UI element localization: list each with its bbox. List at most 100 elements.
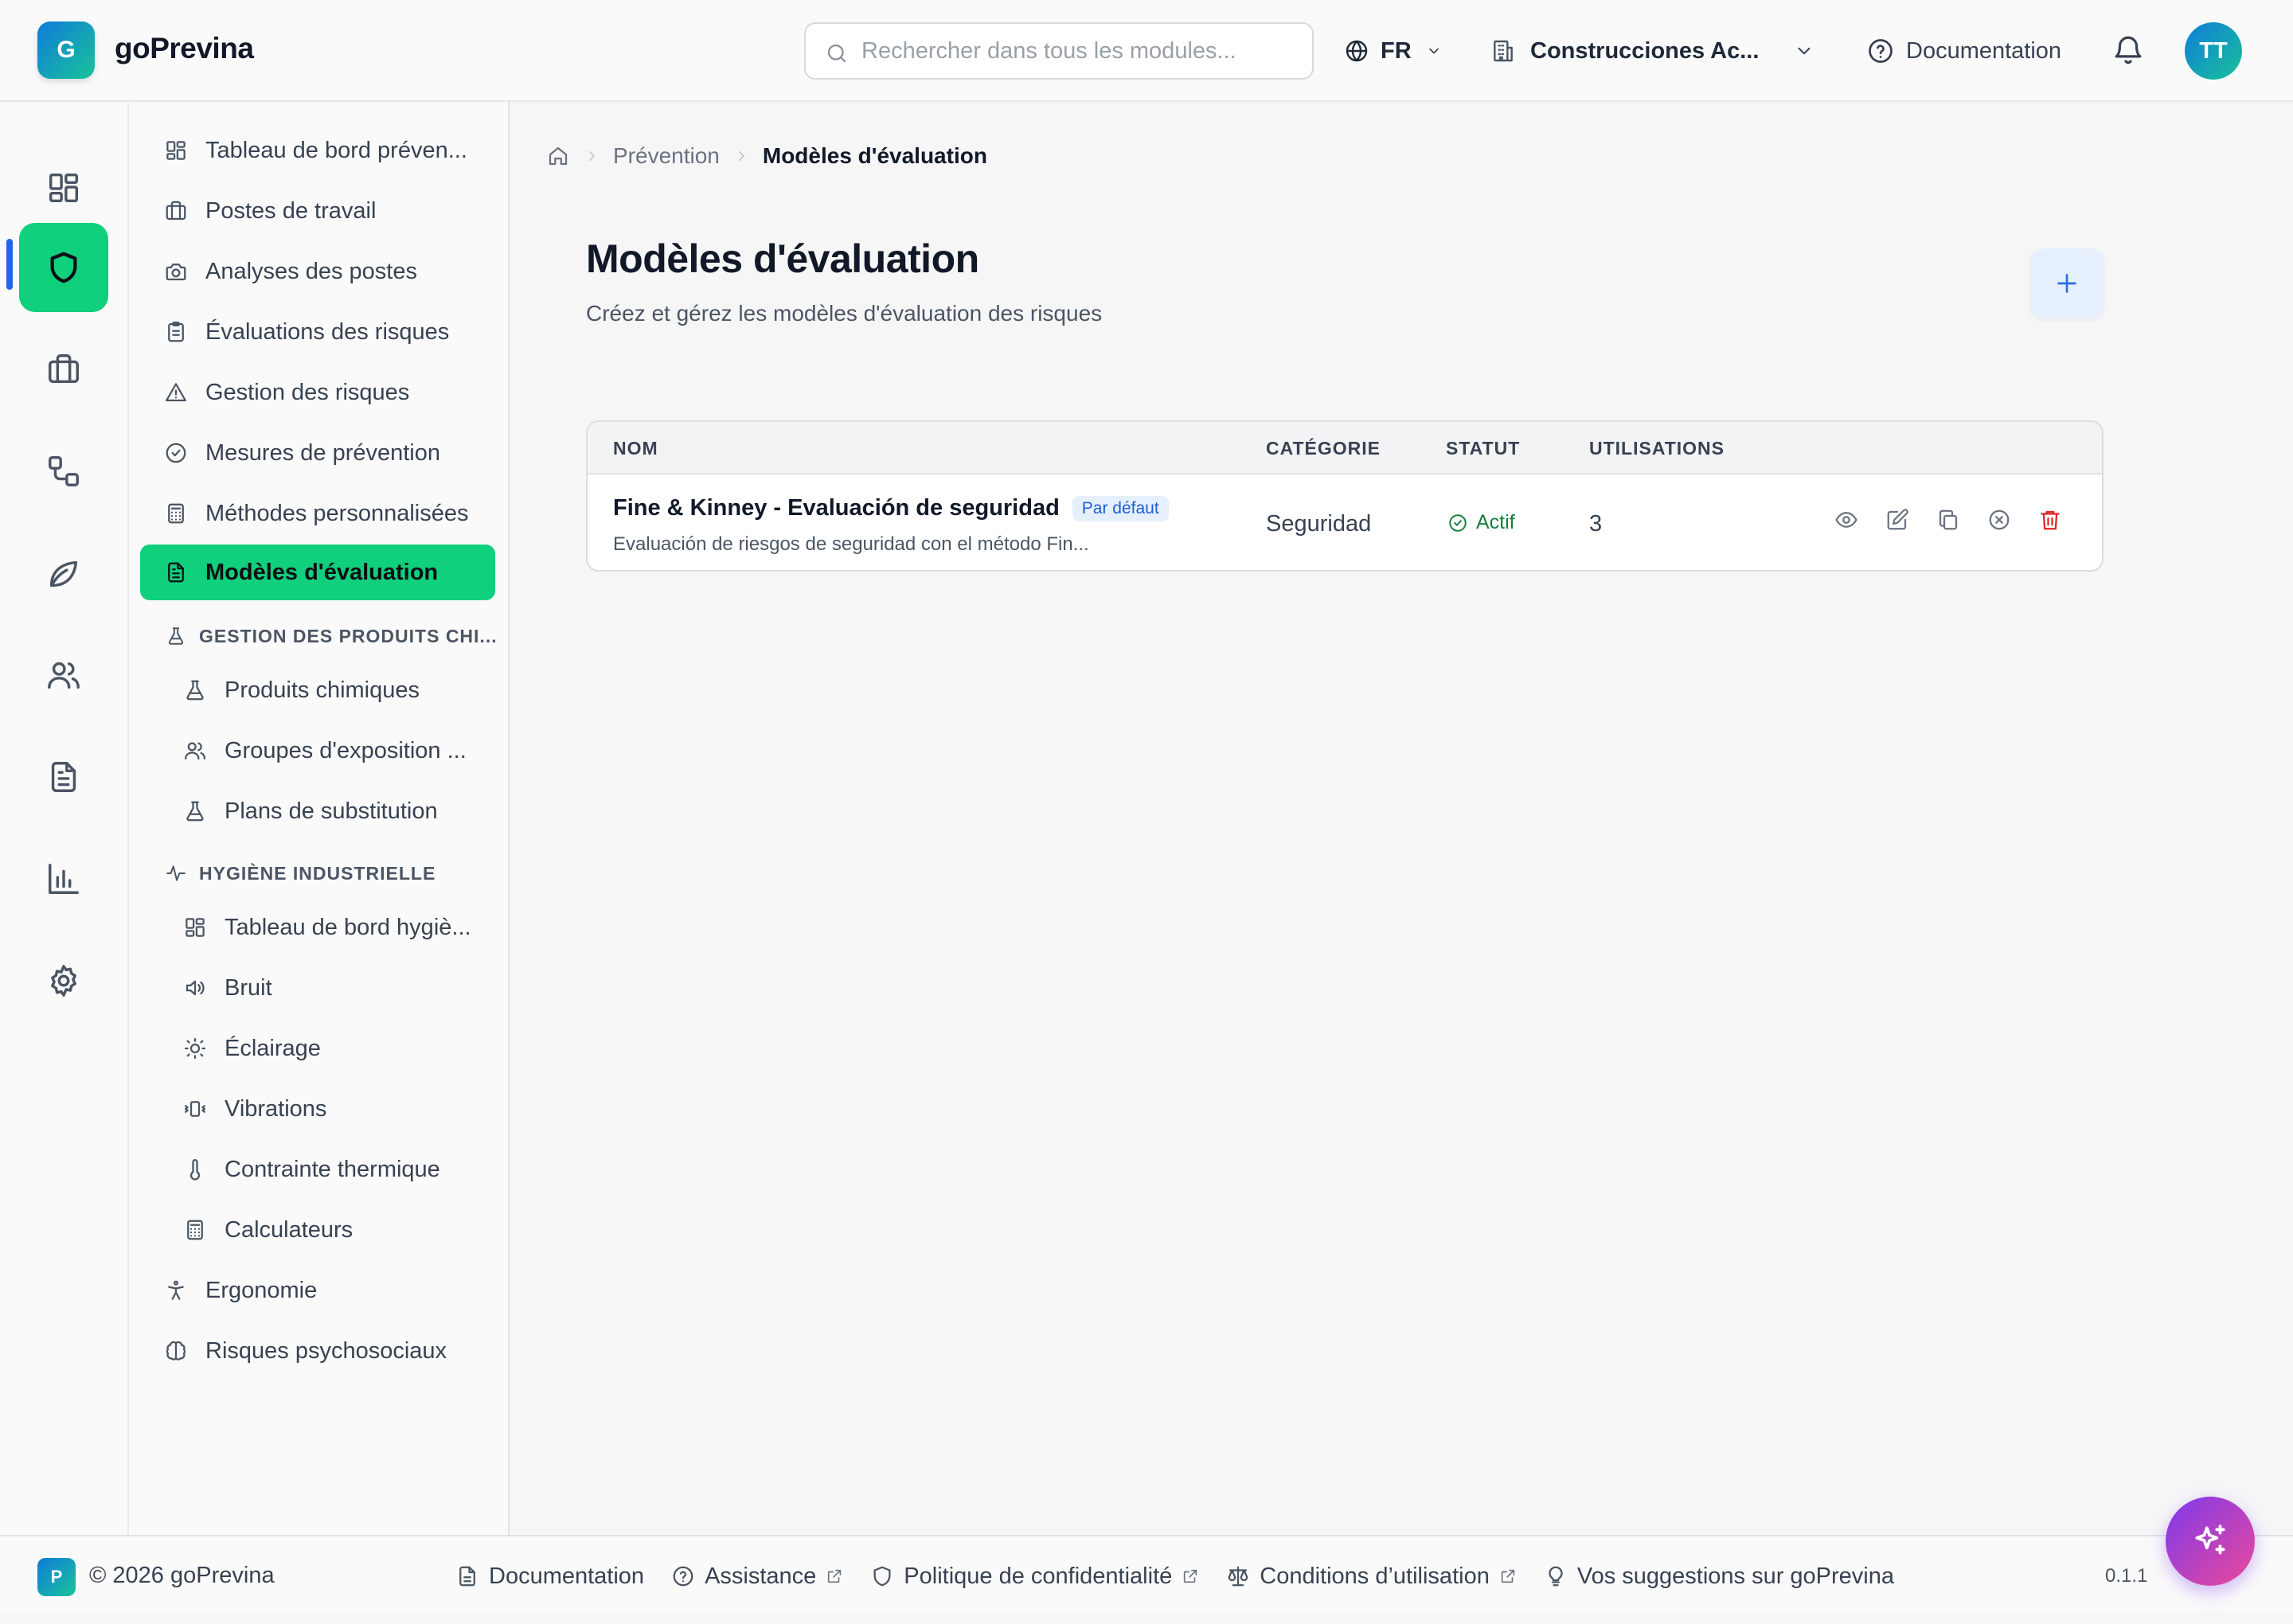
sidebar-item-evaluation-templates[interactable]: Modèles d'évaluation — [140, 545, 495, 600]
layout-dashboard-icon — [183, 915, 207, 939]
page-title: Modèles d'évaluation — [586, 236, 979, 281]
column-header-name[interactable]: NOM — [613, 438, 658, 459]
footer-link-assistance[interactable]: Assistance — [671, 1563, 843, 1590]
rail-workflows[interactable] — [19, 427, 108, 516]
ai-assistant-button[interactable] — [2166, 1497, 2255, 1586]
rail-environment[interactable] — [19, 529, 108, 618]
sidebar-item-workstations[interactable]: Postes de travail — [140, 183, 495, 239]
deactivate-button[interactable] — [1987, 508, 2011, 532]
sidebar-item-ergonomics[interactable]: Ergonomie — [140, 1263, 495, 1318]
chevron-right-icon — [584, 149, 599, 163]
rail-documents[interactable] — [19, 732, 108, 822]
app-name[interactable]: goPrevina — [115, 32, 254, 65]
sidebar-item-label: Gestion des risques — [205, 379, 410, 405]
eye-icon — [1834, 508, 1858, 532]
sidebar-item-workstation-analyses[interactable]: Analyses des postes — [140, 244, 495, 299]
column-header-category[interactable]: CATÉGORIE — [1266, 438, 1381, 459]
file-text-icon — [164, 560, 188, 584]
lightbulb-icon — [1544, 1564, 1568, 1588]
rail-prevention[interactable] — [19, 223, 108, 312]
sidebar-section-label: HYGIÈNE INDUSTRIELLE — [199, 862, 436, 884]
table-header: NOM CATÉGORIE STATUT UTILISATIONS — [588, 422, 2102, 474]
sidebar-item-label: Groupes d'exposition ... — [225, 737, 467, 763]
building-icon — [1490, 38, 1516, 64]
language-selector[interactable]: FR — [1344, 32, 1442, 70]
rail-settings[interactable] — [19, 936, 108, 1025]
sidebar-item-label: Vibrations — [225, 1095, 327, 1122]
dashboard-icon — [45, 170, 82, 206]
sidebar-item-label: Méthodes personnalisées — [205, 500, 469, 526]
plus-icon — [2053, 269, 2081, 298]
home-icon[interactable] — [546, 144, 570, 168]
footer-link-privacy[interactable]: Politique de confidentialité — [870, 1563, 1199, 1590]
scale-icon — [1226, 1564, 1250, 1588]
calculator-icon — [183, 1218, 207, 1242]
sidebar-section-label: GESTION DES PRODUITS CHI... — [199, 625, 495, 646]
footer-link-documentation[interactable]: Documentation — [455, 1563, 644, 1590]
sidebar-item-label: Postes de travail — [205, 197, 377, 224]
leaf-icon — [45, 555, 82, 591]
app-version: 0.1.1 — [2105, 1565, 2148, 1587]
view-button[interactable] — [1834, 508, 1858, 532]
sidebar-item-label: Produits chimiques — [225, 677, 420, 703]
external-link-icon — [1499, 1567, 1517, 1585]
user-avatar[interactable]: TT — [2185, 22, 2242, 80]
template-name: Fine & Kinney - Evaluación de seguridad … — [613, 495, 1169, 521]
language-code: FR — [1381, 37, 1412, 64]
sidebar-item-label: Bruit — [225, 974, 272, 1001]
help-circle-icon — [671, 1564, 695, 1588]
sidebar-item-hygiene-dashboard[interactable]: Tableau de bord hygiè... — [140, 900, 495, 955]
template-description: Evaluación de riesgos de seguridad con e… — [613, 533, 1089, 555]
template-category: Seguridad — [1266, 511, 1372, 537]
sidebar-item-risk-management[interactable]: Gestion des risques — [140, 365, 495, 420]
footer-link-suggestions[interactable]: Vos suggestions sur goPrevina — [1544, 1563, 1894, 1590]
warning-icon — [164, 381, 188, 404]
sidebar-item-risk-evaluations[interactable]: Évaluations des risques — [140, 304, 495, 360]
delete-button[interactable] — [2038, 508, 2062, 532]
rail-people[interactable] — [19, 630, 108, 720]
edit-button[interactable] — [1885, 508, 1909, 532]
sidebar-item-prevention-measures[interactable]: Mesures de prévention — [140, 425, 495, 481]
layout-dashboard-icon — [164, 139, 188, 162]
calculator-icon — [164, 502, 188, 525]
sidebar-item-calculators[interactable]: Calculateurs — [140, 1202, 495, 1258]
sidebar-item-thermal-stress[interactable]: Contrainte thermique — [140, 1142, 495, 1197]
column-header-uses[interactable]: UTILISATIONS — [1589, 438, 1725, 459]
footer-links: Documentation Assistance Politique de co… — [455, 1559, 1921, 1594]
workflow-icon — [45, 453, 82, 490]
table-row[interactable]: Fine & Kinney - Evaluación de seguridad … — [588, 476, 2102, 570]
organization-selector[interactable]: Construcciones Ac... — [1490, 32, 1814, 70]
sidebar-item-prevention-dashboard[interactable]: Tableau de bord préven... — [140, 123, 495, 178]
sidebar-item-vibrations[interactable]: Vibrations — [140, 1081, 495, 1137]
breadcrumb-parent[interactable]: Prévention — [613, 143, 720, 169]
sidebar-item-noise[interactable]: Bruit — [140, 960, 495, 1016]
global-search[interactable] — [804, 22, 1314, 80]
footer-link-label: Vos suggestions sur goPrevina — [1576, 1563, 1895, 1589]
search-input[interactable] — [861, 24, 1303, 78]
sidebar-item-substitution-plans[interactable]: Plans de substitution — [140, 783, 495, 839]
duplicate-button[interactable] — [1936, 508, 1960, 532]
documentation-link[interactable]: Documentation — [1866, 32, 2061, 70]
add-template-button[interactable] — [2030, 248, 2104, 318]
page-subtitle: Créez et gérez les modèles d'évaluation … — [586, 301, 1103, 326]
column-header-status[interactable]: STATUT — [1446, 438, 1520, 459]
sidebar-section-chemicals[interactable]: GESTION DES PRODUITS CHI... — [140, 616, 495, 656]
app-logo[interactable]: G — [37, 21, 95, 79]
briefcase-icon — [45, 351, 82, 388]
notifications-bell-icon[interactable] — [2111, 33, 2145, 67]
footer-link-label: Conditions d’utilisation — [1260, 1563, 1490, 1589]
sidebar-item-lighting[interactable]: Éclairage — [140, 1021, 495, 1076]
rail-workplaces[interactable] — [19, 325, 108, 414]
sidebar-item-label: Contrainte thermique — [225, 1156, 440, 1182]
sidebar-section-industrial-hygiene[interactable]: HYGIÈNE INDUSTRIELLE — [140, 853, 495, 893]
brain-icon — [164, 1339, 188, 1363]
rail-dashboard[interactable] — [19, 143, 108, 232]
rail-reports[interactable] — [19, 834, 108, 923]
sidebar-item-custom-methods[interactable]: Méthodes personnalisées — [140, 486, 495, 541]
sidebar-item-psychosocial-risks[interactable]: Risques psychosociaux — [140, 1323, 495, 1379]
sidebar-item-chemical-products[interactable]: Produits chimiques — [140, 662, 495, 718]
footer-link-terms[interactable]: Conditions d’utilisation — [1226, 1563, 1517, 1590]
template-name-text: Fine & Kinney - Evaluación de seguridad — [613, 495, 1060, 521]
sidebar-item-exposure-groups[interactable]: Groupes d'exposition ... — [140, 723, 495, 779]
active-rail-marker — [6, 239, 13, 290]
